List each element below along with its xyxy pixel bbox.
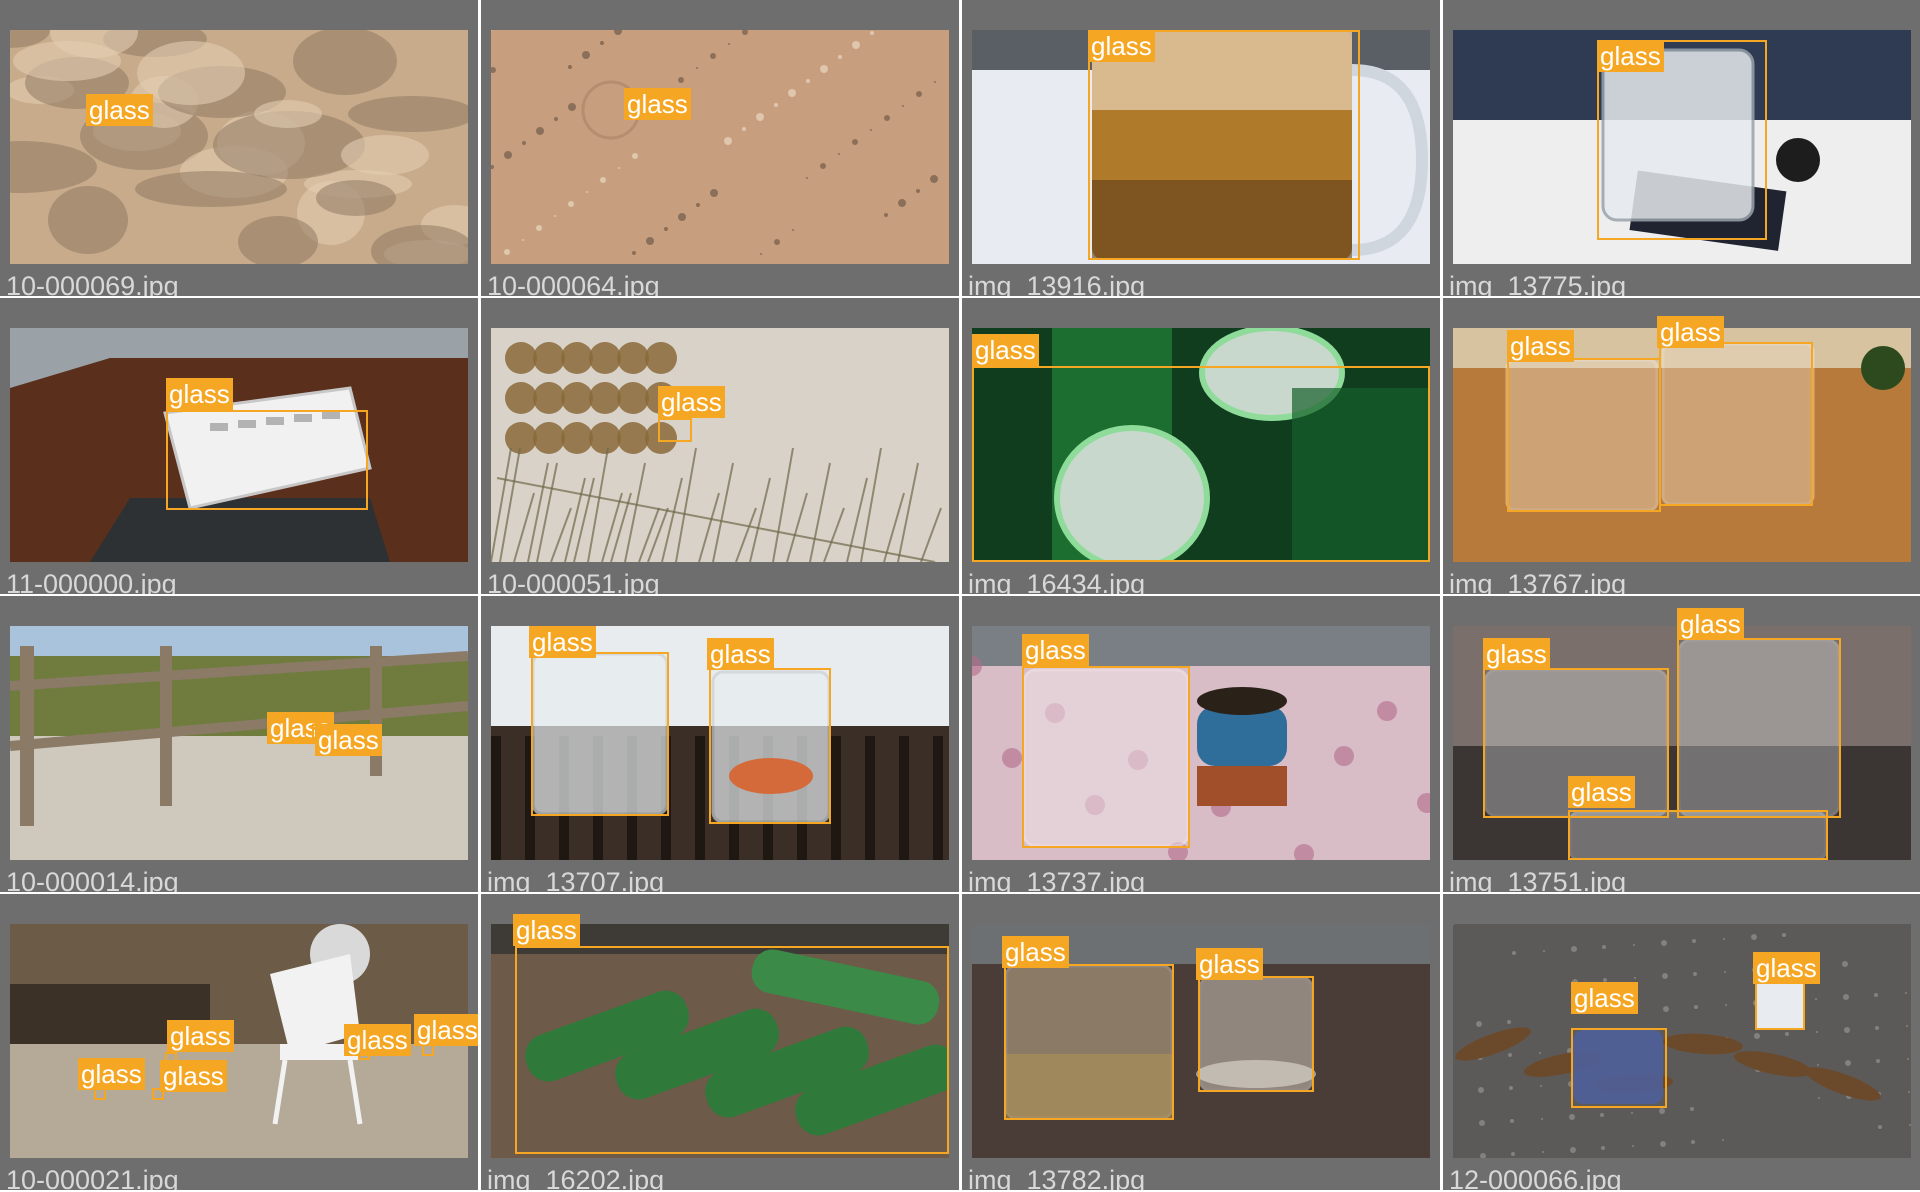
grid-cell: glass glass img_13707.jpg bbox=[481, 596, 959, 892]
detection-image bbox=[491, 328, 949, 562]
class-label-tag: glass bbox=[166, 378, 233, 410]
grid-cell: glass glass 10-000014.jpg bbox=[0, 596, 478, 892]
image-filename: 10-000064.jpg bbox=[487, 271, 660, 296]
bounding-box bbox=[658, 418, 692, 442]
class-label-tag: glass bbox=[86, 94, 153, 126]
grid-cell: glass glass img_13767.jpg bbox=[1443, 298, 1920, 594]
class-label-tag: glass bbox=[1571, 982, 1638, 1014]
image-filename: 12-000066.jpg bbox=[1449, 1165, 1622, 1190]
class-label-tag: glass bbox=[1483, 638, 1550, 670]
class-label-tag: glass bbox=[972, 334, 1039, 366]
bounding-box bbox=[709, 668, 831, 824]
detection-image bbox=[1453, 924, 1911, 1158]
class-label-tag: glass bbox=[78, 1058, 145, 1090]
class-label-tag: glass bbox=[1753, 952, 1820, 984]
grid-cell: glass img_13775.jpg bbox=[1443, 0, 1920, 296]
class-label-tag: glass bbox=[344, 1024, 411, 1056]
image-filename: 10-000051.jpg bbox=[487, 569, 660, 594]
grid-cell: glass img_16202.jpg bbox=[481, 894, 959, 1190]
grid-cell: glass glass glass img_13751.jpg bbox=[1443, 596, 1920, 892]
class-label-tag: glass bbox=[1568, 776, 1635, 808]
image-filename: 10-000021.jpg bbox=[6, 1165, 179, 1190]
grid-cell: glass glass img_13782.jpg bbox=[962, 894, 1440, 1190]
detection-image bbox=[491, 30, 949, 264]
image-filename: img_16202.jpg bbox=[487, 1165, 665, 1190]
image-filename: img_13775.jpg bbox=[1449, 271, 1627, 296]
image-filename: img_13707.jpg bbox=[487, 867, 665, 892]
image-filename: img_16434.jpg bbox=[968, 569, 1146, 594]
detection-results-grid: glass 10-000069.jpg glass 10-000064.jpg glas… bbox=[0, 0, 1920, 1192]
grid-cell: glass glass glass glass glass 10-000021.jpg bbox=[0, 894, 478, 1190]
bounding-box bbox=[166, 410, 368, 510]
detection-image bbox=[10, 626, 468, 860]
grid-cell: glass img_13916.jpg bbox=[962, 0, 1440, 296]
bounding-box bbox=[1755, 982, 1805, 1030]
image-filename: img_13737.jpg bbox=[968, 867, 1146, 892]
image-filename: 10-000069.jpg bbox=[6, 271, 179, 296]
class-label-tag: glass bbox=[624, 88, 691, 120]
class-label-tag: glass bbox=[513, 914, 580, 946]
grid-cell: glass 10-000051.jpg bbox=[481, 298, 959, 594]
detection-image bbox=[10, 30, 468, 264]
image-filename: img_13751.jpg bbox=[1449, 867, 1627, 892]
class-label-tag: glass bbox=[1088, 30, 1155, 62]
image-filename: img_13782.jpg bbox=[968, 1165, 1146, 1190]
grid-cell: glass 10-000069.jpg bbox=[0, 0, 478, 296]
class-label-tag: glass bbox=[414, 1014, 478, 1046]
class-label-tag: glass bbox=[160, 1060, 227, 1092]
bounding-box bbox=[1198, 976, 1314, 1092]
bounding-box bbox=[1022, 666, 1190, 848]
class-label-tag: glass bbox=[315, 724, 382, 756]
class-label-tag: glass bbox=[1657, 316, 1724, 348]
image-filename: img_13767.jpg bbox=[1449, 569, 1627, 594]
grid-cell: glass glass 12-000066.jpg bbox=[1443, 894, 1920, 1190]
class-label-tag: glass bbox=[658, 386, 725, 418]
bounding-box bbox=[1507, 358, 1661, 512]
bounding-box bbox=[1659, 342, 1813, 506]
class-label-tag: glass bbox=[529, 626, 596, 658]
grid-cell: glass 10-000064.jpg bbox=[481, 0, 959, 296]
bounding-box bbox=[1677, 638, 1841, 818]
image-filename: img_13916.jpg bbox=[968, 271, 1146, 296]
bounding-box bbox=[1568, 810, 1828, 860]
class-label-tag: glass bbox=[1597, 40, 1664, 72]
bounding-box bbox=[1571, 1028, 1667, 1108]
image-filename: 11-000000.jpg bbox=[6, 569, 177, 594]
grid-cell: glass 11-000000.jpg bbox=[0, 298, 478, 594]
bounding-box bbox=[515, 946, 949, 1154]
bounding-box bbox=[1088, 30, 1360, 260]
bounding-box bbox=[531, 652, 669, 816]
grid-cell: glass img_13737.jpg bbox=[962, 596, 1440, 892]
bounding-box bbox=[972, 366, 1430, 562]
class-label-tag: glass bbox=[1507, 330, 1574, 362]
bounding-box bbox=[1004, 964, 1174, 1120]
grid-cell: glass img_16434.jpg bbox=[962, 298, 1440, 594]
class-label-tag: glass bbox=[707, 638, 774, 670]
class-label-tag: glass bbox=[167, 1020, 234, 1052]
class-label-tag: glass bbox=[1677, 608, 1744, 640]
class-label-tag: glass bbox=[1022, 634, 1089, 666]
class-label-tag: glass bbox=[1196, 948, 1263, 980]
image-filename: 10-000014.jpg bbox=[6, 867, 179, 892]
class-label-tag: glass bbox=[1002, 936, 1069, 968]
